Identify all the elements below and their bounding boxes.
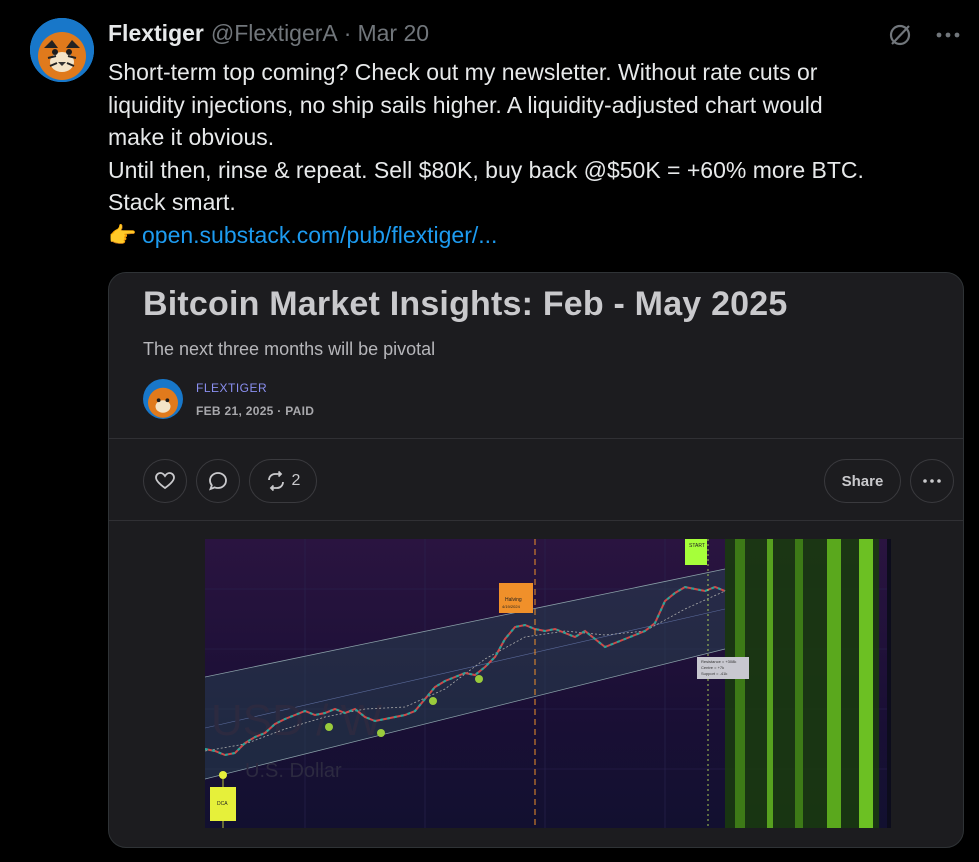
tweet-line: liquidity injections, no ship sails high…	[108, 91, 823, 118]
restack-icon	[267, 471, 284, 491]
chart-watermark-sub: U.S. Dollar	[245, 760, 342, 782]
tiger-avatar-image	[30, 18, 94, 82]
halving-date: 4/19/2024	[502, 604, 521, 609]
halving-label: Halving	[505, 597, 522, 603]
card-post-meta: FEB 21, 2025 · PAID	[196, 404, 315, 418]
card-author-name[interactable]: FLEXTIGER	[196, 381, 267, 395]
like-button[interactable]	[143, 459, 187, 503]
tweet[interactable]: Flextiger @FlextigerA · Mar 20 Short-ter…	[0, 0, 979, 862]
author-name[interactable]: Flextiger	[108, 20, 204, 47]
restack-button[interactable]: 2	[249, 459, 317, 503]
tweet-top-actions	[885, 20, 963, 50]
dca-label: DCA	[217, 801, 228, 807]
info-line: Support = -41k	[701, 671, 727, 676]
card-more-button[interactable]	[910, 459, 954, 503]
grok-icon[interactable]	[885, 20, 915, 50]
more-dots-icon[interactable]	[933, 20, 963, 50]
start-label: START	[689, 543, 705, 549]
comment-icon	[209, 472, 227, 491]
tweet-header: Flextiger @FlextigerA · Mar 20	[108, 20, 429, 47]
tweet-date[interactable]: Mar 20	[357, 20, 429, 47]
author-handle[interactable]: @FlextigerA	[211, 20, 338, 47]
info-line: Resistance = +308k	[701, 659, 736, 664]
newsletter-link[interactable]: open.substack.com/pub/flextiger/...	[142, 222, 497, 248]
info-line: Centre = +7k	[701, 665, 724, 670]
pointing-finger-emoji: 👉	[108, 221, 137, 248]
tweet-line: make it obvious.	[108, 124, 275, 150]
tweet-line: Short-term top coming? Check out my news…	[108, 59, 818, 85]
tweet-link-line: 👉 open.substack.com/pub/flextiger/...	[108, 219, 968, 252]
substack-card[interactable]: Bitcoin Market Insights: Feb - May 2025 …	[108, 272, 964, 848]
card-author-avatar[interactable]	[143, 379, 183, 419]
tweet-text: Short-term top coming? Check out my news…	[108, 56, 968, 251]
post-title[interactable]: Bitcoin Market Insights: Feb - May 2025	[143, 285, 788, 324]
heart-icon	[155, 472, 175, 490]
tweet-line: Stack smart.	[108, 189, 236, 215]
btc-chart-image[interactable]: USD / W U.S. Dollar Halving 4/19/2024 ST	[205, 539, 891, 828]
restack-count: 2	[291, 472, 301, 489]
tweet-line: Until then, rinse & repeat. Sell $80K, b…	[108, 156, 864, 183]
chart-watermark: USD / W	[211, 696, 383, 745]
comment-button[interactable]	[196, 459, 240, 503]
divider	[109, 520, 963, 521]
post-subtitle: The next three months will be pivotal	[143, 339, 436, 359]
divider	[109, 438, 963, 439]
author-avatar[interactable]	[30, 18, 94, 82]
separator-dot: ·	[343, 20, 352, 46]
more-dots-icon	[923, 479, 941, 483]
share-button[interactable]: Share	[824, 459, 901, 503]
